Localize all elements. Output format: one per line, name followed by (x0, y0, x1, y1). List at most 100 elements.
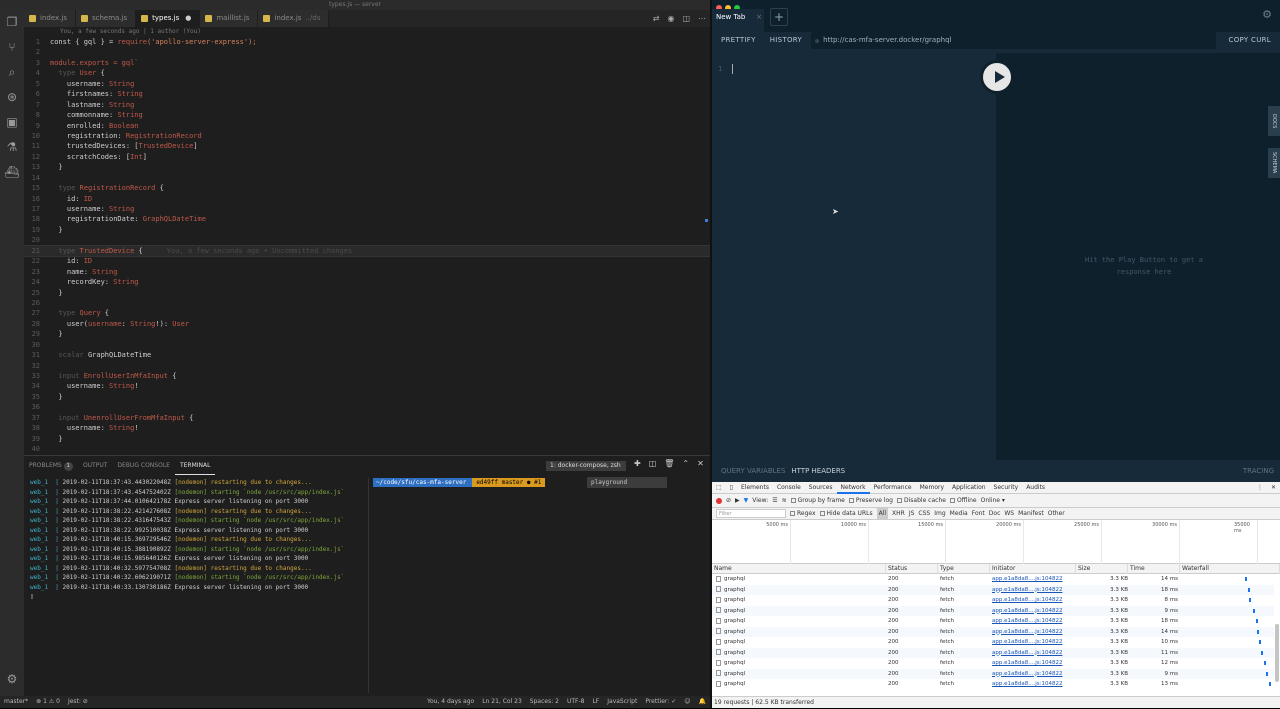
offline-checkbox[interactable]: Offline (949, 494, 977, 508)
tracing-tab[interactable]: TRACING (1243, 460, 1274, 482)
terminal-find-input[interactable]: playground (587, 477, 667, 488)
code-line[interactable]: 21 type TrustedDevice {You, a few second… (24, 244, 710, 258)
docs-tab[interactable]: DOCS (1268, 106, 1280, 136)
request-name[interactable]: graphql (712, 669, 886, 680)
tab-output[interactable]: OUTPUT (78, 456, 112, 476)
prettify-button[interactable]: PRETTIFY (716, 32, 761, 49)
close-icon[interactable]: ✕ (697, 459, 704, 468)
code-line[interactable]: 38 username: String! (24, 423, 710, 433)
tab-problems[interactable]: PROBLEMS 1 (24, 456, 78, 476)
http-headers-tab[interactable]: HTTP HEADERS (791, 460, 845, 482)
col-name[interactable]: Name (712, 564, 886, 574)
code-line[interactable]: 6 firstnames: String (24, 89, 710, 99)
clear-icon[interactable]: ⊘ (726, 494, 731, 508)
filter-icon[interactable]: ▼ (744, 494, 749, 508)
code-line[interactable]: 12 scratchCodes: [Int] (24, 152, 710, 162)
disable-cache-checkbox[interactable]: Disable cache (897, 494, 946, 508)
smiley-icon[interactable]: ☺ (680, 696, 694, 708)
request-name[interactable]: graphql (712, 648, 886, 659)
tab-debug-console[interactable]: DEBUG CONSOLE (112, 456, 175, 476)
codelens-blame[interactable]: You, a few seconds ago | 1 author (You) (60, 28, 201, 35)
tab-index-js[interactable]: index.js (24, 10, 76, 27)
code-line[interactable]: 24 recordKey: String (24, 277, 710, 287)
code-editor[interactable]: You, a few seconds ago | 1 author (You) … (24, 27, 710, 455)
table-row[interactable]: graphql 200 fetch app.e1a8da8....js:104822 3… (712, 658, 1274, 669)
request-initiator[interactable]: app.e1a8da8....js:104822 (990, 606, 1076, 617)
terminal-second[interactable]: ~/code/sfu/cas-mfa-server ed49ff master … (368, 477, 710, 693)
language-mode[interactable]: JavaScript (603, 696, 641, 708)
tab-network[interactable]: Network (836, 482, 870, 494)
group-by-frame-checkbox[interactable]: Group by frame (790, 494, 845, 508)
filter-input[interactable]: Filter (716, 509, 786, 518)
code-line[interactable]: 20 (24, 235, 710, 245)
request-initiator[interactable]: app.e1a8da8....js:104822 (990, 679, 1076, 690)
network-overview[interactable]: 5000 ms 10000 ms 15000 ms 20000 ms 25000 ms 3… (712, 520, 1280, 564)
tab-maillist-js[interactable]: maillist.js (200, 10, 259, 27)
endpoint-url-input[interactable]: http://cas-mfa-server.docker/graphql (811, 32, 1216, 49)
table-row[interactable]: graphql 200 fetch app.e1a8da8....js:104822 3… (712, 605, 1274, 617)
code-line[interactable]: 23 name: String (24, 267, 710, 277)
inspect-icon[interactable]: ⬚ (712, 482, 726, 493)
source-control-icon[interactable]: ⑂ (0, 35, 24, 60)
device-toggle-icon[interactable]: ▯ (726, 482, 737, 493)
type-filter-css[interactable]: CSS (918, 508, 930, 520)
type-filter-xhr[interactable]: XHR (892, 508, 905, 520)
code-line[interactable]: 13 } (24, 162, 710, 172)
code-line[interactable]: 32 (24, 361, 710, 371)
problems-status[interactable]: ⊗ 1 ⚠ 0 (32, 696, 64, 708)
code-line[interactable]: 28 user(username: String!): User (24, 319, 710, 329)
code-line[interactable]: 25 } (24, 288, 710, 298)
type-filter-manifest[interactable]: Manifest (1018, 508, 1044, 520)
code-line[interactable]: 15 type RegistrationRecord { (24, 183, 710, 193)
schema-tab[interactable]: SCHEMA (1268, 148, 1280, 178)
play-button[interactable] (980, 60, 1014, 94)
line-ending[interactable]: LF (588, 696, 603, 708)
blame-status[interactable]: You, 4 days ago (423, 696, 478, 708)
close-icon[interactable]: ✕ (1267, 482, 1280, 493)
playground-tab[interactable]: New Tab × (712, 9, 764, 32)
code-line[interactable]: 26 (24, 298, 710, 308)
code-line[interactable]: 14 (24, 173, 710, 183)
split-editor-icon[interactable]: ◫ (682, 10, 690, 27)
code-line[interactable]: 19 } (24, 225, 710, 235)
waterfall-view-icon[interactable]: ≋ (782, 494, 787, 508)
code-line[interactable]: 30 (24, 340, 710, 350)
request-initiator[interactable]: app.e1a8da8....js:104822 (990, 669, 1076, 680)
request-name[interactable]: graphql (712, 606, 886, 617)
request-initiator[interactable]: app.e1a8da8....js:104822 (990, 616, 1076, 627)
git-compare-icon[interactable]: ⇄ (653, 10, 660, 27)
request-initiator[interactable]: app.e1a8da8....js:104822 (990, 627, 1076, 638)
code-line[interactable]: 8 commonname: String (24, 110, 710, 120)
code-line[interactable]: 34 username: String! (24, 381, 710, 391)
history-button[interactable]: HISTORY (765, 32, 807, 49)
code-line[interactable]: 17 username: String (24, 204, 710, 214)
copy-curl-button[interactable]: COPY CURL (1224, 32, 1276, 49)
request-name[interactable]: graphql (712, 574, 886, 585)
request-name[interactable]: graphql (712, 616, 886, 627)
table-row[interactable]: graphql 200 fetch app.e1a8da8....js:104822 3… (712, 626, 1274, 638)
code-line[interactable]: 3 module.exports = gql` (24, 58, 710, 68)
tab-sources[interactable]: Sources (805, 482, 837, 493)
code-line[interactable]: 29 } (24, 329, 710, 339)
cursor-position[interactable]: Ln 21, Col 23 (478, 696, 526, 708)
tab-types-js[interactable]: types.js ● (136, 10, 201, 27)
query-editor[interactable]: 1 (712, 53, 996, 460)
tab-terminal[interactable]: TERMINAL (174, 456, 216, 475)
request-name[interactable]: graphql (712, 585, 886, 596)
type-filter-other[interactable]: Other (1048, 508, 1065, 520)
code-line[interactable]: 39 } (24, 434, 710, 444)
table-row[interactable]: graphql 200 fetch app.e1a8da8....js:104822 3… (712, 595, 1274, 606)
table-row[interactable]: graphql 200 fetch app.e1a8da8....js:104822 3… (712, 647, 1274, 659)
split-terminal-icon[interactable]: ◫ (649, 459, 657, 468)
query-variables-tab[interactable]: QUERY VARIABLES (721, 460, 785, 482)
type-filter-img[interactable]: Img (934, 508, 945, 520)
code-line[interactable]: 22 id: ID (24, 256, 710, 266)
new-terminal-icon[interactable]: ✚ (634, 459, 641, 468)
throttling-select[interactable]: Online ▾ (981, 494, 1005, 508)
code-line[interactable]: 11 trustedDevices: [TrustedDevice] (24, 141, 710, 151)
docker-icon[interactable]: ⛴ (0, 160, 24, 185)
code-line[interactable]: 36 (24, 402, 710, 412)
request-name[interactable]: graphql (712, 627, 886, 638)
hide-data-urls-checkbox[interactable]: Hide data URLs (819, 508, 873, 520)
col-time[interactable]: Time (1128, 564, 1180, 574)
